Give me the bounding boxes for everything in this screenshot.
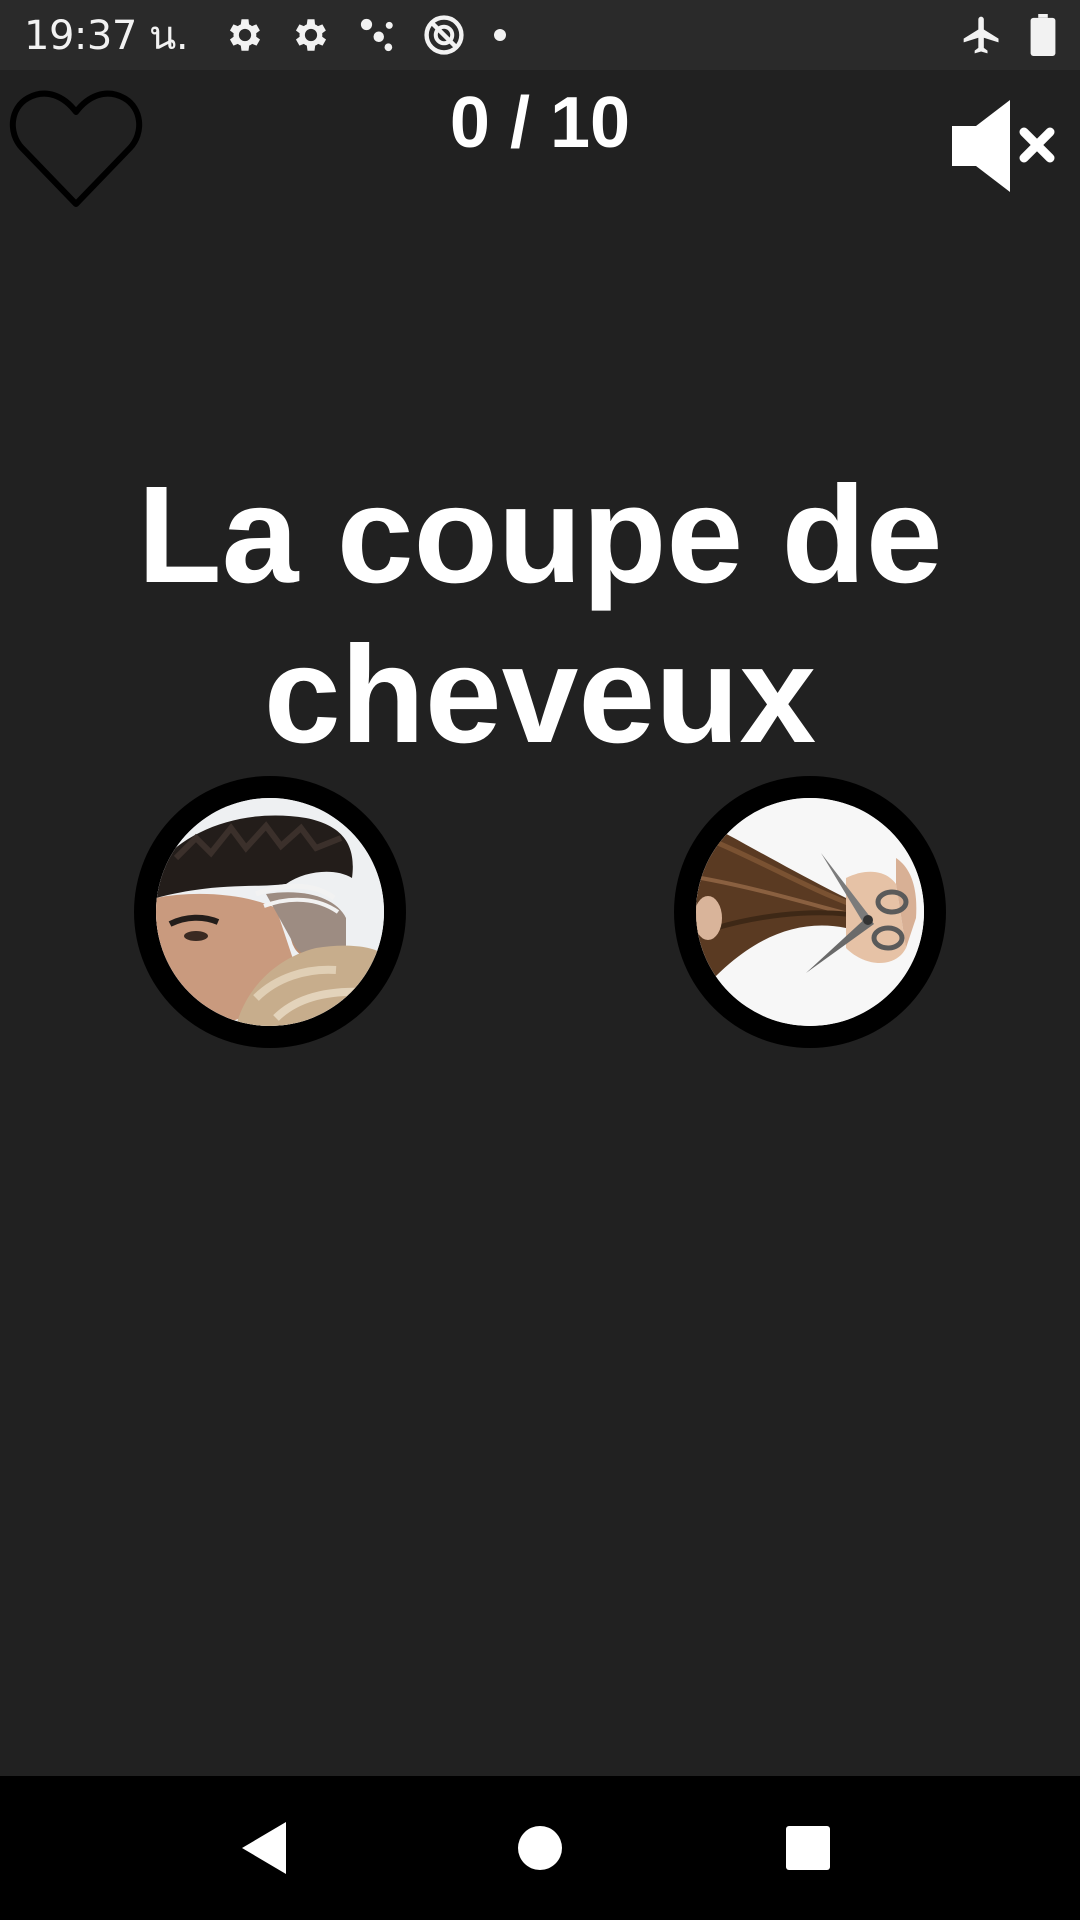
battery-icon (1030, 14, 1056, 56)
question-text: La coupe de cheveux (137, 458, 943, 772)
settings-gear-icon (295, 19, 327, 51)
status-system-icons (960, 0, 1056, 70)
status-bar: 19:37 น. (0, 0, 1080, 70)
recents-square-icon[interactable] (776, 1816, 840, 1880)
dots-cluster-icon (360, 18, 393, 52)
heart-outline-icon (9, 90, 143, 207)
quiz-screen: 19:37 น. 0 / 10 La coupe de cheveux (0, 0, 1080, 1920)
man-haircut-photo (156, 798, 384, 1026)
scissors-cutting-hair-photo (696, 798, 924, 1026)
airplane-mode-icon (963, 16, 999, 54)
answer-option-2[interactable] (674, 776, 946, 1048)
answer-option-1[interactable] (134, 776, 406, 1048)
score-counter: 0 / 10 (449, 83, 631, 163)
settings-gear-icon (229, 19, 261, 51)
volume-mute-icon (952, 100, 1055, 192)
data-saver-icon (424, 15, 464, 55)
system-navigation-bar (0, 1776, 1080, 1920)
favorite-button[interactable] (6, 86, 146, 212)
home-circle-icon[interactable] (508, 1816, 572, 1880)
back-triangle-icon[interactable] (234, 1816, 298, 1880)
sound-toggle-button[interactable] (948, 96, 1060, 196)
status-time: 19:37 น. (24, 13, 189, 59)
notification-dot-icon (494, 29, 507, 41)
status-notification-icons (224, 13, 510, 57)
